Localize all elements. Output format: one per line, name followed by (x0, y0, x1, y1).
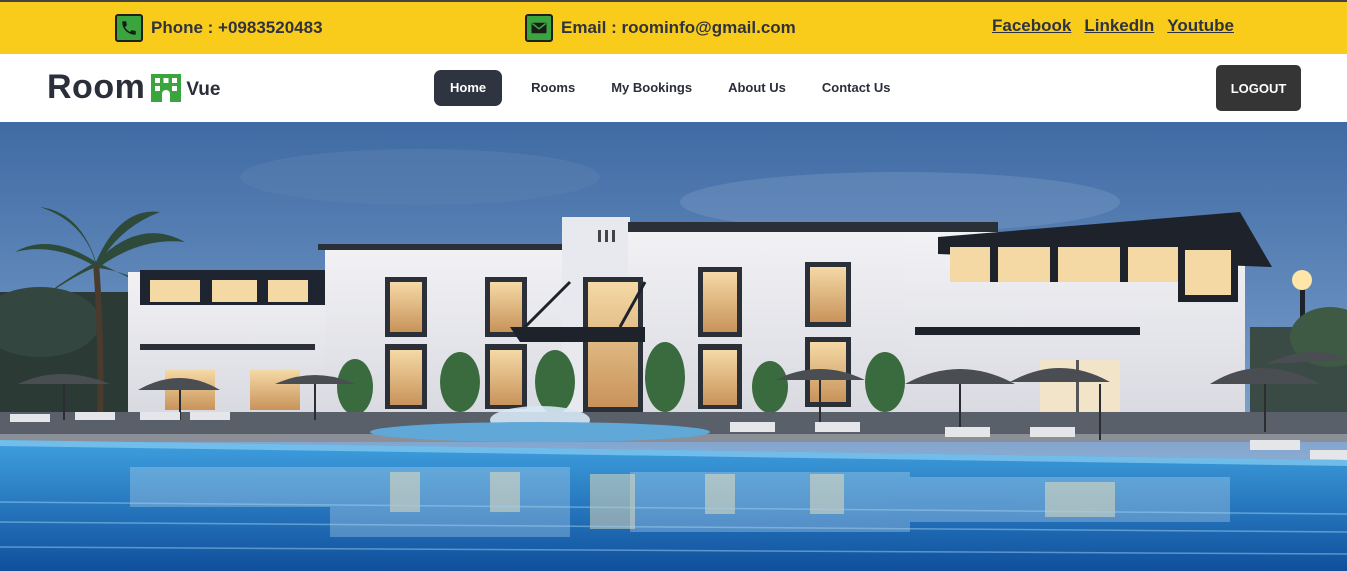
nav-my-bookings[interactable]: My Bookings (595, 70, 708, 106)
hero-image (0, 122, 1347, 571)
mail-icon (525, 14, 553, 42)
linkedin-link[interactable]: LinkedIn (1084, 16, 1154, 36)
youtube-link[interactable]: Youtube (1167, 16, 1234, 36)
brand-logo[interactable]: Room Vue (47, 68, 220, 107)
nav-contact-us[interactable]: Contact Us (806, 70, 907, 106)
main-navbar: Room Vue Home Rooms My Bookings About Us… (0, 54, 1347, 122)
nav-about-us[interactable]: About Us (712, 70, 802, 106)
phone-text: Phone : +0983520483 (151, 18, 323, 37)
resort-pool-illustration (0, 122, 1347, 571)
phone-icon (115, 14, 143, 42)
social-links: Facebook LinkedIn Youtube (992, 16, 1234, 36)
nav-rooms[interactable]: Rooms (515, 70, 591, 106)
facebook-link[interactable]: Facebook (992, 16, 1071, 36)
brand-name: Room (47, 68, 146, 106)
nav-home[interactable]: Home (434, 70, 503, 106)
top-info-bar: Phone : +0983520483 Email : roominfo@gma… (0, 0, 1347, 54)
email-text: Email : roominfo@gmail.com (561, 18, 796, 37)
hotel-building-icon (151, 73, 182, 102)
brand-subname: Vue (186, 78, 221, 100)
logout-button[interactable]: LOGOUT (1216, 65, 1301, 111)
nav-menu: Home Rooms My Bookings About Us Contact … (434, 70, 907, 106)
phone-contact: Phone : +0983520483 (115, 14, 323, 42)
email-contact: Email : roominfo@gmail.com (525, 14, 796, 42)
